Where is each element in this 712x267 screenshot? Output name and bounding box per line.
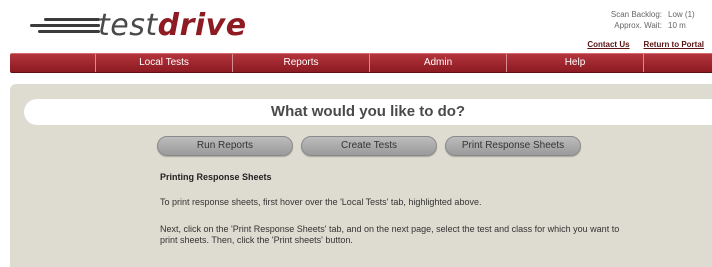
scan-backlog-value: Low (1) [668,10,695,19]
return-to-portal-link[interactable]: Return to Portal [644,40,704,49]
logo-speed-lines-icon [30,14,100,38]
nav-admin[interactable]: Admin [370,54,507,72]
main-content: What would you like to do? Run Reports C… [10,84,712,267]
nav-spacer [10,54,96,72]
main-nav: Local Tests Reports Admin Help [10,53,712,73]
instruction-paragraph-1: To print response sheets, first hover ov… [160,197,482,207]
logo-text-test: test [98,8,158,43]
run-reports-button[interactable]: Run Reports [157,136,293,156]
page-question: What would you like to do? [24,99,712,125]
nav-local-tests[interactable]: Local Tests [96,54,233,72]
logo-text: testdrive [98,11,247,41]
contact-us-link[interactable]: Contact Us [587,40,629,49]
logo-text-drive: drive [157,8,247,43]
create-tests-button[interactable]: Create Tests [301,136,437,156]
approx-wait-value: 10 m [668,21,686,30]
scan-backlog-row: Scan Backlog: Low (1) [600,9,698,20]
top-links: Contact Us Return to Portal [587,40,704,49]
nav-help[interactable]: Help [507,54,644,72]
testdrive-logo[interactable]: testdrive [30,6,247,46]
nav-end [644,54,712,72]
header: testdrive Scan Backlog: Low (1) Approx. … [0,0,712,52]
instruction-paragraph-2: Next, click on the 'Print Response Sheet… [160,224,620,245]
nav-reports[interactable]: Reports [233,54,370,72]
scan-status: Scan Backlog: Low (1) Approx. Wait: 10 m [600,9,698,31]
print-response-sheets-button[interactable]: Print Response Sheets [445,136,581,156]
approx-wait-label: Approx. Wait: [614,21,662,30]
approx-wait-row: Approx. Wait: 10 m [600,20,698,31]
section-title: Printing Response Sheets [160,172,272,182]
scan-backlog-label: Scan Backlog: [610,10,662,19]
